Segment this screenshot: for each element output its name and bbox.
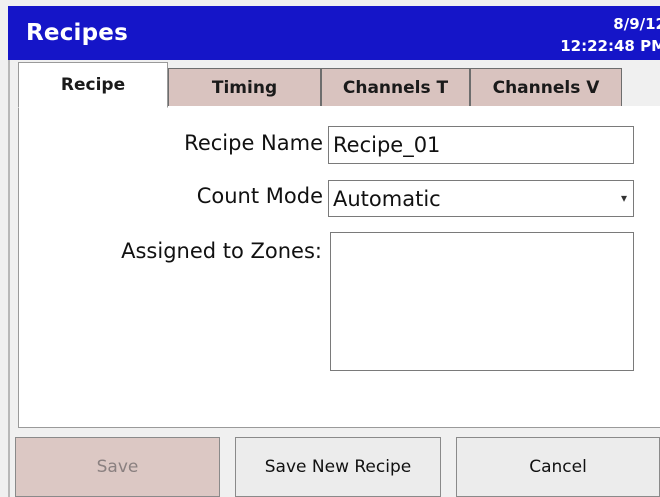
tab-channels-t[interactable]: Channels T (321, 68, 470, 108)
dropdown-arrow-icon[interactable]: ▾ (621, 191, 627, 205)
count-mode-value: Automatic (333, 187, 441, 211)
tab-recipe[interactable]: Recipe (18, 62, 168, 108)
assigned-zones-label: Assigned to Zones: (121, 239, 322, 263)
window-title: Recipes (26, 20, 128, 46)
count-mode-select[interactable]: Automatic ▾ (328, 180, 634, 217)
window-frame-left (8, 60, 10, 497)
title-bar: Recipes 8/9/12 12:22:48 PM (8, 6, 660, 60)
recipes-window: Recipes 8/9/12 12:22:48 PM Recipe Timing… (0, 0, 660, 497)
save-button[interactable]: Save (15, 437, 220, 497)
tab-channels-v-label: Channels V (492, 78, 600, 98)
recipe-name-label: Recipe Name (184, 131, 323, 155)
count-mode-label: Count Mode (196, 184, 323, 208)
recipe-name-input[interactable]: Recipe_01 (328, 126, 634, 164)
recipe-name-value: Recipe_01 (333, 133, 441, 157)
save-button-label: Save (96, 457, 139, 477)
date-display: 8/9/12 (613, 15, 660, 33)
save-new-recipe-button-label: Save New Recipe (264, 457, 412, 477)
cancel-button-label: Cancel (529, 457, 587, 477)
cancel-button[interactable]: Cancel (456, 437, 660, 497)
assigned-zones-list[interactable] (330, 232, 634, 371)
tab-timing[interactable]: Timing (168, 68, 321, 108)
tab-channels-v[interactable]: Channels V (470, 68, 622, 108)
tab-recipe-label: Recipe (60, 75, 126, 95)
tab-channels-t-label: Channels T (342, 78, 449, 98)
time-display: 12:22:48 PM (560, 37, 660, 55)
save-new-recipe-button[interactable]: Save New Recipe (235, 437, 441, 497)
tab-timing-label: Timing (211, 78, 278, 98)
